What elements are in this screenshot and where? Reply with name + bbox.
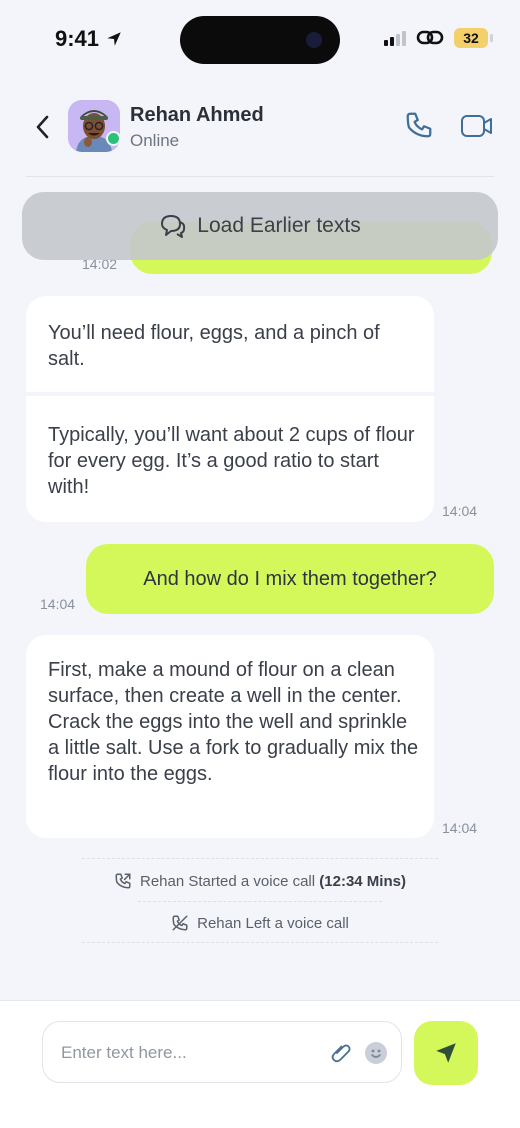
message-text: And how do I mix them together? bbox=[143, 567, 437, 590]
send-icon bbox=[436, 1043, 456, 1063]
phone-call-icon[interactable] bbox=[404, 110, 434, 140]
message-time: 14:04 bbox=[442, 503, 478, 519]
phone-outgoing-icon bbox=[115, 873, 131, 889]
message-composer bbox=[0, 1000, 520, 1128]
message-time: 14:04 bbox=[40, 596, 76, 612]
contact-avatar[interactable] bbox=[68, 100, 121, 152]
message-input[interactable] bbox=[59, 1022, 313, 1084]
battery-icon: 32 bbox=[454, 28, 493, 48]
message-bubble-incoming[interactable]: You’ll need flour, eggs, and a pinch of … bbox=[26, 296, 434, 522]
message-text: You’ll need flour, eggs, and a pinch of … bbox=[48, 322, 380, 370]
system-event-text: Rehan Left a voice call bbox=[197, 914, 349, 932]
paperclip-icon[interactable] bbox=[329, 1040, 353, 1064]
signal-icon bbox=[384, 30, 406, 46]
phone-off-icon bbox=[172, 915, 188, 931]
status-indicators: 32 bbox=[384, 28, 493, 48]
link-icon bbox=[416, 30, 444, 45]
location-arrow-icon bbox=[107, 32, 121, 46]
divider bbox=[138, 901, 382, 902]
send-button[interactable] bbox=[414, 1021, 478, 1085]
status-time: 9:41 bbox=[55, 26, 123, 52]
smiley-icon bbox=[371, 1049, 381, 1058]
camera-icon bbox=[306, 32, 322, 48]
chat-header: Rehan Ahmed Online bbox=[0, 90, 520, 176]
message-time: 14:04 bbox=[442, 820, 478, 836]
video-call-icon[interactable] bbox=[460, 112, 494, 140]
message-text: Typically, you’ll want about 2 cups of f… bbox=[48, 424, 415, 498]
chat-bubbles-icon bbox=[161, 215, 186, 238]
load-earlier-button[interactable]: Load Earlier texts bbox=[22, 192, 498, 260]
system-event-text: Rehan Started a voice call (12:34 Mins) bbox=[140, 873, 406, 890]
contact-name[interactable]: Rehan Ahmed bbox=[130, 104, 264, 127]
clock-text: 9:41 bbox=[55, 26, 100, 51]
dynamic-island bbox=[180, 16, 340, 64]
back-arrow-icon[interactable] bbox=[32, 112, 54, 142]
message-bubble-incoming[interactable]: First, make a mound of flour on a clean … bbox=[26, 635, 434, 838]
event-text: Rehan Started a voice call bbox=[140, 872, 316, 890]
message-text: First, make a mound of flour on a clean … bbox=[48, 659, 419, 785]
call-duration: (12:34 Mins) bbox=[319, 872, 406, 890]
contact-status: Online bbox=[130, 131, 180, 150]
message-input-box[interactable] bbox=[42, 1021, 402, 1084]
emoji-icon[interactable] bbox=[365, 1042, 387, 1064]
battery-level: 32 bbox=[463, 30, 479, 46]
system-event-voice-left: Rehan Left a voice call bbox=[0, 914, 520, 932]
divider bbox=[82, 858, 438, 859]
status-bar: 9:41 32 bbox=[0, 0, 520, 80]
divider bbox=[82, 942, 438, 943]
system-event-voice-started: Rehan Started a voice call (12:34 Mins) bbox=[0, 872, 520, 890]
message-separator bbox=[26, 392, 434, 396]
online-indicator bbox=[106, 131, 121, 146]
message-bubble-outgoing[interactable]: And how do I mix them together? bbox=[86, 544, 494, 614]
load-earlier-label: Load Earlier texts bbox=[197, 214, 361, 237]
header-divider bbox=[26, 176, 494, 177]
